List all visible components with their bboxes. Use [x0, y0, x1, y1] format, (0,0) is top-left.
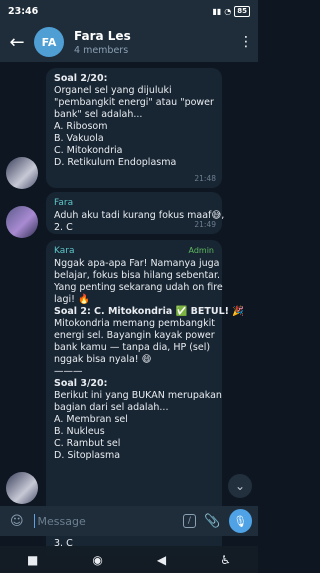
- message-line: Mitokondria memang pembangkit: [54, 318, 215, 329]
- message-line: nggak bisa nyala! 😄: [54, 354, 152, 365]
- message-input[interactable]: [34, 514, 183, 528]
- message-line: belajar, fokus bisa hilang sebentar.: [54, 270, 221, 281]
- message-line: B. Vakuola: [54, 133, 104, 144]
- attach-icon[interactable]: 📎: [204, 514, 220, 529]
- back-arrow-icon[interactable]: ←: [0, 32, 34, 53]
- battery-icon: 85: [234, 5, 250, 17]
- message-line: Soal 3/20:: [54, 378, 108, 389]
- message-line: ———: [54, 366, 83, 377]
- sender-name[interactable]: Fara: [54, 197, 214, 209]
- message-line: "pembangkit energi" atau "power: [54, 97, 214, 108]
- message-time: 21:48: [194, 174, 216, 183]
- message-line: Soal 2/20:: [54, 73, 108, 84]
- system-nav-bar: ■ ◉ ◀ ♿: [0, 546, 258, 573]
- accessibility-icon[interactable]: ♿: [220, 553, 231, 567]
- message-time: 21:49: [194, 220, 216, 229]
- recents-icon[interactable]: ■: [27, 553, 38, 567]
- message-line: B. Nukleus: [54, 426, 105, 437]
- message-line: D. Retikulum Endoplasma: [54, 157, 177, 168]
- message-line: Organel sel yang dijuluki: [54, 85, 172, 96]
- message-line: D. Sitoplasma: [54, 450, 121, 461]
- command-icon[interactable]: /: [182, 514, 197, 528]
- avatar[interactable]: [6, 206, 38, 238]
- chat-header: ← FA Fara Les 4 members ⋮: [0, 22, 258, 62]
- signal-icon: ▮▮: [212, 6, 222, 16]
- message-line: bagian dari sel adalah...: [54, 402, 169, 413]
- message-line: bank" sel adalah...: [54, 109, 143, 120]
- status-time: 23:46: [8, 5, 39, 17]
- message-line: bank kamu — tanpa dia, HP (sel): [54, 342, 211, 353]
- wifi-icon: ◔: [224, 6, 232, 16]
- status-icons: ▮▮ ◔ 85: [212, 5, 250, 17]
- message-line: A. Ribosom: [54, 121, 108, 132]
- scroll-down-icon[interactable]: ⌄: [228, 474, 252, 498]
- chat-title-block[interactable]: Fara Les 4 members: [74, 29, 234, 56]
- message-line: Berikut ini yang BUKAN merupakan: [54, 390, 222, 401]
- status-bar: 23:46 ▮▮ ◔ 85: [0, 0, 258, 22]
- chat-title: Fara Les: [74, 28, 131, 43]
- message-line: Soal 2: C. Mitokondria ✅ BETUL! 🎉: [54, 306, 245, 317]
- back-triangle-icon[interactable]: ◀: [157, 553, 166, 567]
- message-input-bar: ☺ / 📎 🎙: [0, 506, 258, 536]
- message-line: C. Mitokondria: [54, 145, 123, 156]
- message-line: Aduh aku tadi kurang fokus maaf😅,: [54, 210, 225, 221]
- avatar[interactable]: [6, 472, 38, 504]
- message-line: energi sel. Bayangin kayak power: [54, 330, 215, 341]
- emoji-icon[interactable]: ☺: [6, 514, 28, 529]
- message-bubble[interactable]: Soal 2/20: Organel sel yang dijuluki "pe…: [46, 68, 222, 188]
- message-list[interactable]: Soal 2/20: Organel sel yang dijuluki "pe…: [0, 62, 258, 506]
- home-icon[interactable]: ◉: [92, 553, 102, 567]
- message-line: Yang penting sekarang udah on fire: [54, 282, 223, 293]
- message-line: Nggak apa-apa Far! Namanya juga: [54, 258, 220, 269]
- message-line: 2. C: [54, 222, 73, 233]
- message-line: C. Rambut sel: [54, 438, 121, 449]
- group-avatar[interactable]: FA: [34, 27, 64, 57]
- avatar[interactable]: [6, 157, 38, 189]
- more-vert-icon[interactable]: ⋮: [234, 34, 258, 50]
- mic-icon[interactable]: 🎙: [228, 509, 253, 533]
- chat-subtitle: 4 members: [74, 44, 129, 56]
- admin-badge: Admin: [188, 246, 215, 255]
- message-line: lagi! 🔥: [54, 294, 90, 305]
- message-bubble[interactable]: Kara Admin Nggak apa-apa Far! Namanya ju…: [46, 240, 245, 506]
- message-bubble[interactable]: Fara Aduh aku tadi kurang fokus maaf😅, 2…: [46, 192, 225, 234]
- message-line: A. Membran sel: [54, 414, 128, 425]
